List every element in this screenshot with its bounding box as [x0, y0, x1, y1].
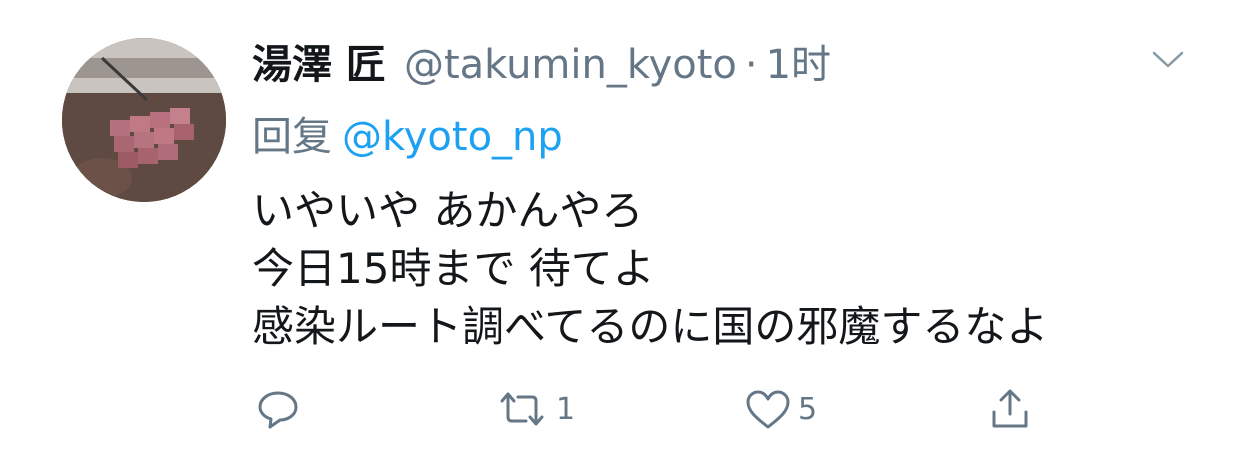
- retweet-button[interactable]: 1: [494, 384, 575, 434]
- tweet-text-line: いやいや あかんやろ: [252, 186, 644, 235]
- action-bar: 1 5: [0, 384, 1242, 434]
- tweet-body: いやいや あかんやろ 今日15時まで 待てよ 感染ルート調べてるのに国の邪魔する…: [252, 182, 1048, 356]
- share-icon: [992, 389, 1028, 428]
- tweet[interactable]: 湯澤 匠 @takumin_kyoto · 1时 回复 @kyoto_np いやい…: [0, 0, 1242, 452]
- chevron-down-icon[interactable]: [1148, 44, 1188, 74]
- timestamp[interactable]: 1时: [766, 32, 831, 90]
- retweet-count: 1: [556, 391, 576, 427]
- reply-context: 回复 @kyoto_np: [252, 104, 563, 162]
- share-button[interactable]: [988, 384, 1032, 434]
- header-separator: ·: [744, 42, 758, 88]
- tweet-text-line: 今日15時まで 待てよ: [252, 244, 655, 293]
- author-handle[interactable]: @takumin_kyoto: [404, 42, 737, 88]
- avatar[interactable]: [62, 38, 226, 202]
- like-button[interactable]: 5: [744, 384, 817, 434]
- reply-handle-link[interactable]: @kyoto_np: [342, 114, 563, 160]
- heart-icon: [746, 390, 790, 429]
- display-name[interactable]: 湯澤 匠: [252, 32, 386, 90]
- like-count: 5: [798, 391, 818, 427]
- tweet-header: 湯澤 匠 @takumin_kyoto · 1时: [252, 32, 831, 92]
- tweet-text-line: 感染ルート調べてるのに国の邪魔するなよ: [252, 302, 1049, 351]
- comment-icon: [258, 391, 298, 429]
- reply-label: 回复: [252, 114, 332, 160]
- retweet-icon: [500, 392, 544, 426]
- reply-button[interactable]: [256, 384, 300, 434]
